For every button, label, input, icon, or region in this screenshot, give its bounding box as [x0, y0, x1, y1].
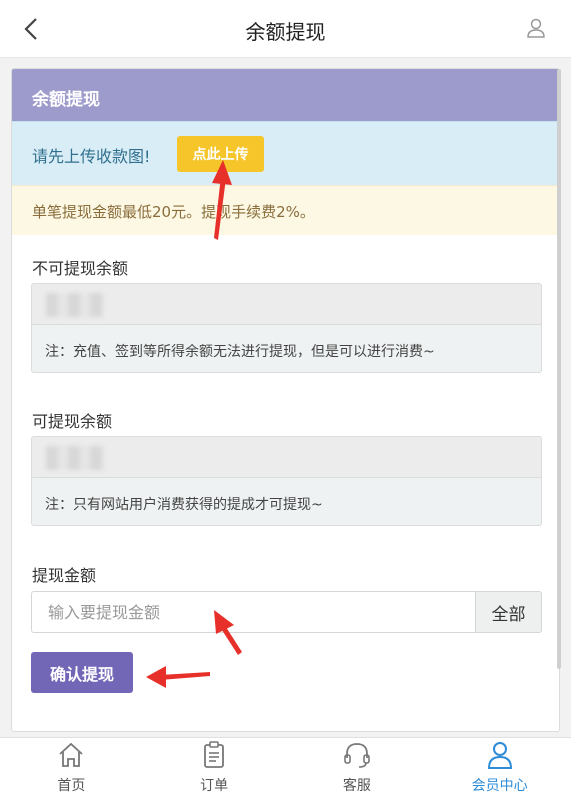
- tab-home[interactable]: 首页: [0, 738, 143, 809]
- rule-alert: 单笔提现金额最低20元。提现手续费2%。: [12, 185, 559, 235]
- withdrawable-balance-field: [31, 436, 542, 478]
- page-title: 余额提现: [245, 20, 326, 44]
- withdraw-card: 余额提现 请先上传收款图! 点此上传 单笔提现金额最低20元。提现手续费2%。 …: [11, 68, 560, 732]
- top-nav-bar: 余额提现: [0, 0, 571, 58]
- amount-label: 提现金额: [32, 566, 97, 585]
- scrollbar[interactable]: [557, 69, 561, 669]
- tab-label: 客服: [342, 778, 371, 794]
- headset-icon: [344, 743, 370, 768]
- tab-label: 会员中心: [471, 778, 528, 794]
- amount-input[interactable]: [31, 591, 476, 633]
- user-icon: [487, 742, 512, 769]
- home-icon: [59, 742, 83, 767]
- blurred-balance-value: [46, 446, 104, 470]
- tab-member-center[interactable]: 会员中心: [428, 738, 571, 809]
- withdrawable-label: 可提现余额: [32, 412, 113, 431]
- clipboard-icon: [204, 741, 225, 768]
- user-icon[interactable]: [525, 17, 547, 39]
- upload-alert: 请先上传收款图! 点此上传: [12, 121, 559, 185]
- upload-button[interactable]: 点此上传: [177, 136, 264, 172]
- non-withdrawable-note: 注：充值、签到等所得余额无法进行提现，但是可以进行消费~: [31, 325, 542, 373]
- tab-label: 首页: [57, 778, 86, 794]
- tab-customer-service[interactable]: 客服: [286, 738, 429, 809]
- withdrawable-note: 注：只有网站用户消费获得的提成才可提现~: [31, 478, 542, 526]
- withdraw-all-button[interactable]: 全部: [475, 591, 542, 633]
- card-title: 余额提现: [12, 69, 559, 121]
- non-withdrawable-label: 不可提现余额: [32, 259, 129, 278]
- rule-notice-text: 单笔提现金额最低20元。提现手续费2%。: [32, 203, 315, 221]
- blurred-balance-value: [46, 293, 104, 317]
- tab-label: 订单: [200, 778, 229, 794]
- upload-notice-text: 请先上传收款图!: [32, 147, 151, 166]
- confirm-withdraw-button[interactable]: 确认提现: [31, 652, 133, 693]
- bottom-tab-bar: 首页 订单 客服 会员中心: [0, 737, 571, 809]
- non-withdrawable-balance-field: [31, 283, 542, 325]
- tab-orders[interactable]: 订单: [143, 738, 286, 809]
